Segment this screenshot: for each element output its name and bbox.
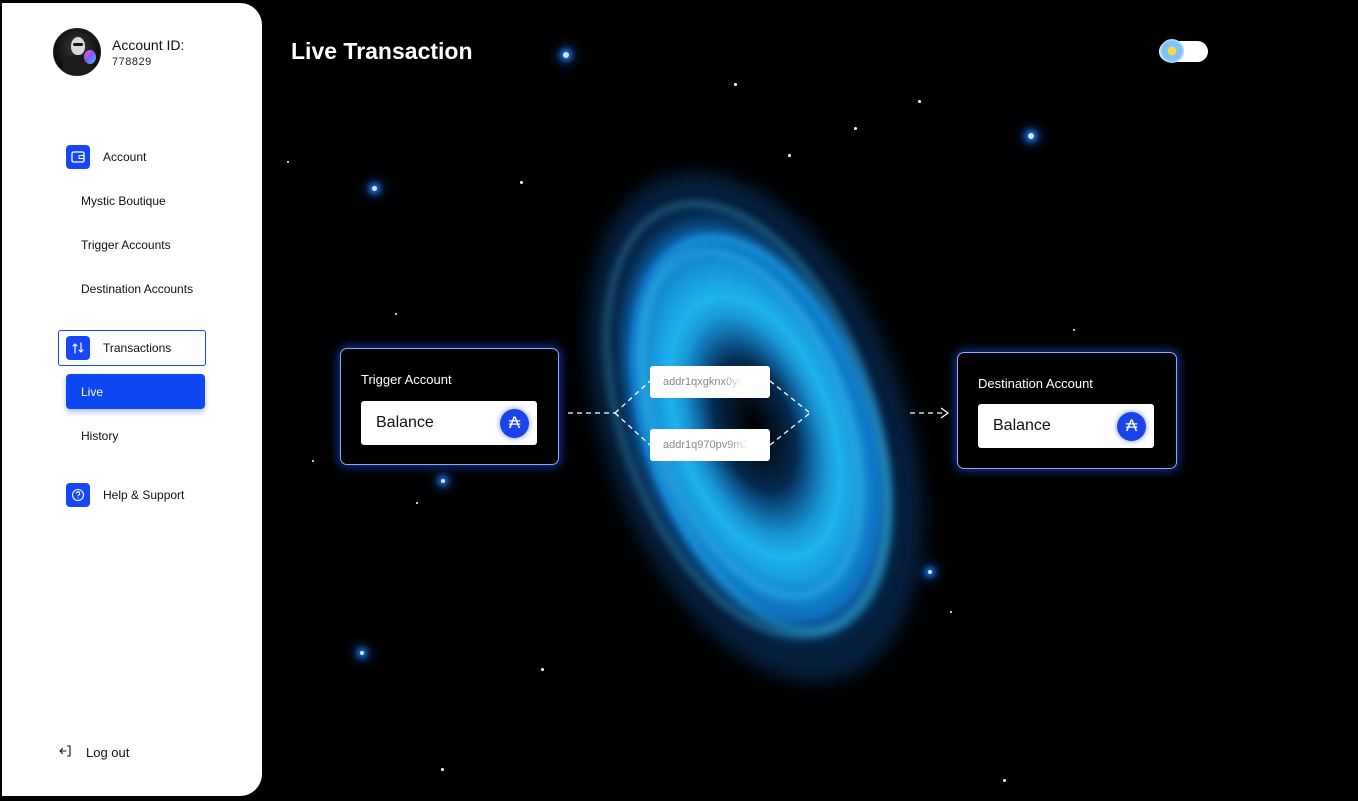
- destination-account-title: Destination Account: [978, 376, 1093, 391]
- destination-balance-label: Balance: [993, 417, 1051, 434]
- star: [1003, 779, 1006, 782]
- star: [372, 186, 377, 191]
- sidebar-item-live[interactable]: Live: [66, 374, 205, 409]
- nav-transactions[interactable]: Transactions: [66, 336, 171, 360]
- logout-label: Log out: [86, 745, 130, 760]
- theme-toggle[interactable]: [1159, 39, 1208, 63]
- star: [360, 651, 364, 655]
- star: [520, 181, 523, 184]
- trigger-balance-label: Balance: [376, 414, 434, 431]
- address-text: addr1qxgknx0ys: [663, 376, 744, 388]
- destination-balance-field[interactable]: Balance ₳: [978, 404, 1154, 448]
- page-title: Live Transaction: [291, 38, 473, 64]
- star: [416, 502, 418, 504]
- sun-cloud-icon: [1160, 39, 1184, 63]
- star: [441, 768, 444, 771]
- sidebar: Account ID: 778829 Account Mystic Boutiq…: [2, 3, 262, 796]
- logout-button[interactable]: Log out: [58, 744, 129, 761]
- trigger-account-card[interactable]: Trigger Account Balance ₳: [340, 348, 559, 465]
- star: [395, 313, 397, 315]
- trigger-account-title: Trigger Account: [361, 372, 452, 387]
- star: [563, 52, 569, 58]
- nav-help-support[interactable]: Help & Support: [66, 483, 184, 507]
- nav-account-label: Account: [103, 150, 147, 164]
- star: [950, 611, 952, 613]
- star: [312, 460, 314, 462]
- question-circle-icon: [66, 483, 90, 507]
- star: [918, 100, 921, 103]
- star: [541, 668, 544, 671]
- avatar[interactable]: [53, 28, 101, 76]
- nav-account[interactable]: Account: [66, 145, 146, 169]
- star: [854, 127, 857, 130]
- transfer-arrows-icon: [66, 336, 90, 360]
- address-text: addr1q970pv9m2: [663, 439, 749, 451]
- star: [1073, 329, 1075, 331]
- ada-icon: ₳: [1117, 411, 1146, 441]
- star: [1028, 133, 1034, 139]
- address-chip[interactable]: addr1q970pv9m2: [650, 429, 770, 461]
- sidebar-item-mystic-boutique[interactable]: Mystic Boutique: [81, 194, 166, 208]
- star: [734, 83, 737, 86]
- nav-help-label: Help & Support: [103, 488, 185, 502]
- wallet-icon: [66, 145, 90, 169]
- destination-account-card[interactable]: Destination Account Balance ₳: [957, 352, 1177, 469]
- logout-icon: [58, 744, 72, 761]
- account-id-value: 778829: [112, 55, 152, 68]
- sidebar-item-history[interactable]: History: [81, 429, 118, 443]
- profile[interactable]: Account ID: 778829: [53, 28, 184, 76]
- star: [441, 479, 445, 483]
- sidebar-item-trigger-accounts[interactable]: Trigger Accounts: [81, 238, 171, 252]
- address-chip[interactable]: addr1qxgknx0ys: [650, 366, 770, 398]
- account-id-label: Account ID:: [112, 36, 185, 53]
- sidebar-item-destination-accounts[interactable]: Destination Accounts: [81, 282, 193, 296]
- nav-transactions-label: Transactions: [103, 341, 172, 355]
- star: [287, 161, 289, 163]
- trigger-balance-field[interactable]: Balance ₳: [361, 401, 537, 445]
- ada-icon: ₳: [500, 408, 529, 438]
